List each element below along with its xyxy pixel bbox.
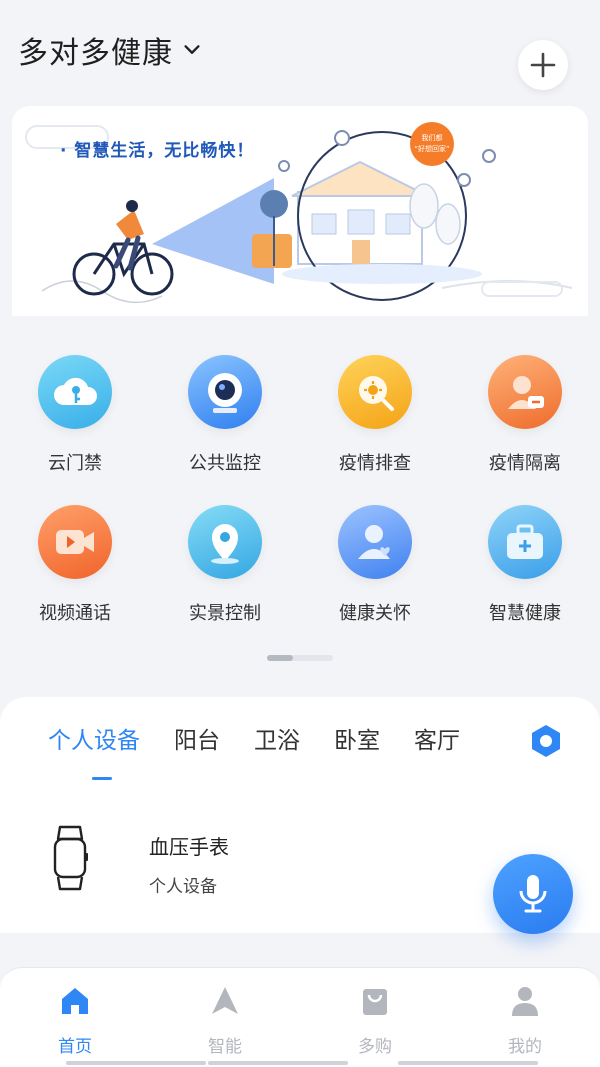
tab-personal-devices[interactable]: 个人设备	[48, 721, 140, 755]
page-indicator-active	[267, 655, 293, 661]
user-icon	[512, 987, 538, 1016]
bottom-nav: 首页 智能 多购 我的	[0, 967, 600, 1067]
nav-mine[interactable]: 我的	[450, 968, 600, 1067]
service-cloud-door[interactable]: 云门禁	[0, 355, 150, 475]
service-smart-health[interactable]: 智慧健康	[450, 505, 600, 625]
nav-home[interactable]: 首页	[0, 968, 150, 1067]
service-label: 云门禁	[48, 453, 102, 474]
active-tab-indicator	[92, 777, 112, 780]
chevron-down-icon	[184, 45, 200, 54]
service-label: 智慧健康	[489, 603, 561, 624]
promo-banner[interactable]: 我们都 “好想回家” · 智慧生活，无比畅快！	[12, 106, 588, 316]
nav-divider	[398, 1061, 538, 1065]
service-label: 公共监控	[189, 453, 261, 474]
tab-bedroom[interactable]: 卧室	[334, 721, 380, 755]
virus-search-icon	[338, 355, 412, 429]
navigation-arrow-icon	[212, 987, 238, 1014]
nav-label: 智能	[208, 1037, 242, 1057]
nav-smart[interactable]: 智能	[150, 968, 300, 1067]
service-epidemic-isolation[interactable]: 疫情隔离	[450, 355, 600, 475]
watch-icon	[53, 825, 88, 891]
medical-kit-icon	[488, 505, 562, 579]
person-quarantine-icon	[488, 355, 562, 429]
service-label: 视频通话	[39, 603, 111, 624]
tab-living-room[interactable]: 客厅	[414, 721, 460, 755]
service-label: 实景控制	[189, 603, 261, 624]
nav-shop[interactable]: 多购	[300, 968, 450, 1067]
service-label: 疫情隔离	[489, 453, 561, 474]
top-bar: 多对多健康	[0, 0, 600, 100]
page-indicator	[267, 655, 333, 661]
service-health-care[interactable]: 健康关怀	[300, 505, 450, 625]
nav-divider	[66, 1061, 206, 1065]
shopping-bag-icon	[363, 989, 387, 1015]
service-scene-control[interactable]: 实景控制	[150, 505, 300, 625]
microphone-icon	[519, 875, 547, 913]
nav-divider	[208, 1061, 348, 1065]
room-tabs: 个人设备 阳台 卫浴 卧室 客厅	[48, 721, 494, 755]
device-name: 血压手表	[149, 835, 229, 859]
location-pin-icon	[188, 505, 262, 579]
video-call-icon	[38, 505, 112, 579]
service-public-monitor[interactable]: 公共监控	[150, 355, 300, 475]
service-grid: 云门禁 公共监控 疫情排查 疫情隔离 视频通话 实景控制 健康关怀 智慧健康	[0, 355, 600, 625]
nav-label: 多购	[358, 1037, 392, 1057]
hexagon-settings-icon[interactable]	[528, 723, 564, 759]
svg-text:我们都: 我们都	[422, 133, 443, 142]
device-item[interactable]: 血压手表 个人设备	[50, 825, 229, 897]
plus-icon	[530, 52, 556, 78]
service-epidemic-check[interactable]: 疫情排查	[300, 355, 450, 475]
home-icon	[62, 988, 88, 1014]
nav-label: 我的	[508, 1037, 542, 1057]
person-heart-icon	[338, 505, 412, 579]
banner-slogan: · 智慧生活，无比畅快！	[60, 141, 255, 161]
service-label: 健康关怀	[339, 603, 411, 624]
home-selector[interactable]: 多对多健康	[18, 28, 203, 72]
tab-bathroom[interactable]: 卫浴	[254, 721, 300, 755]
service-label: 疫情排查	[339, 453, 411, 474]
voice-assistant-button[interactable]	[493, 854, 573, 934]
service-video-call[interactable]: 视频通话	[0, 505, 150, 625]
add-button[interactable]	[518, 40, 568, 90]
camera-icon	[188, 355, 262, 429]
svg-text:“好想回家”: “好想回家”	[414, 144, 449, 153]
device-room: 个人设备	[149, 877, 217, 897]
cloud-key-icon	[38, 355, 112, 429]
tab-balcony[interactable]: 阳台	[174, 721, 220, 755]
nav-label: 首页	[58, 1037, 92, 1057]
home-name: 多对多健康	[18, 36, 173, 71]
